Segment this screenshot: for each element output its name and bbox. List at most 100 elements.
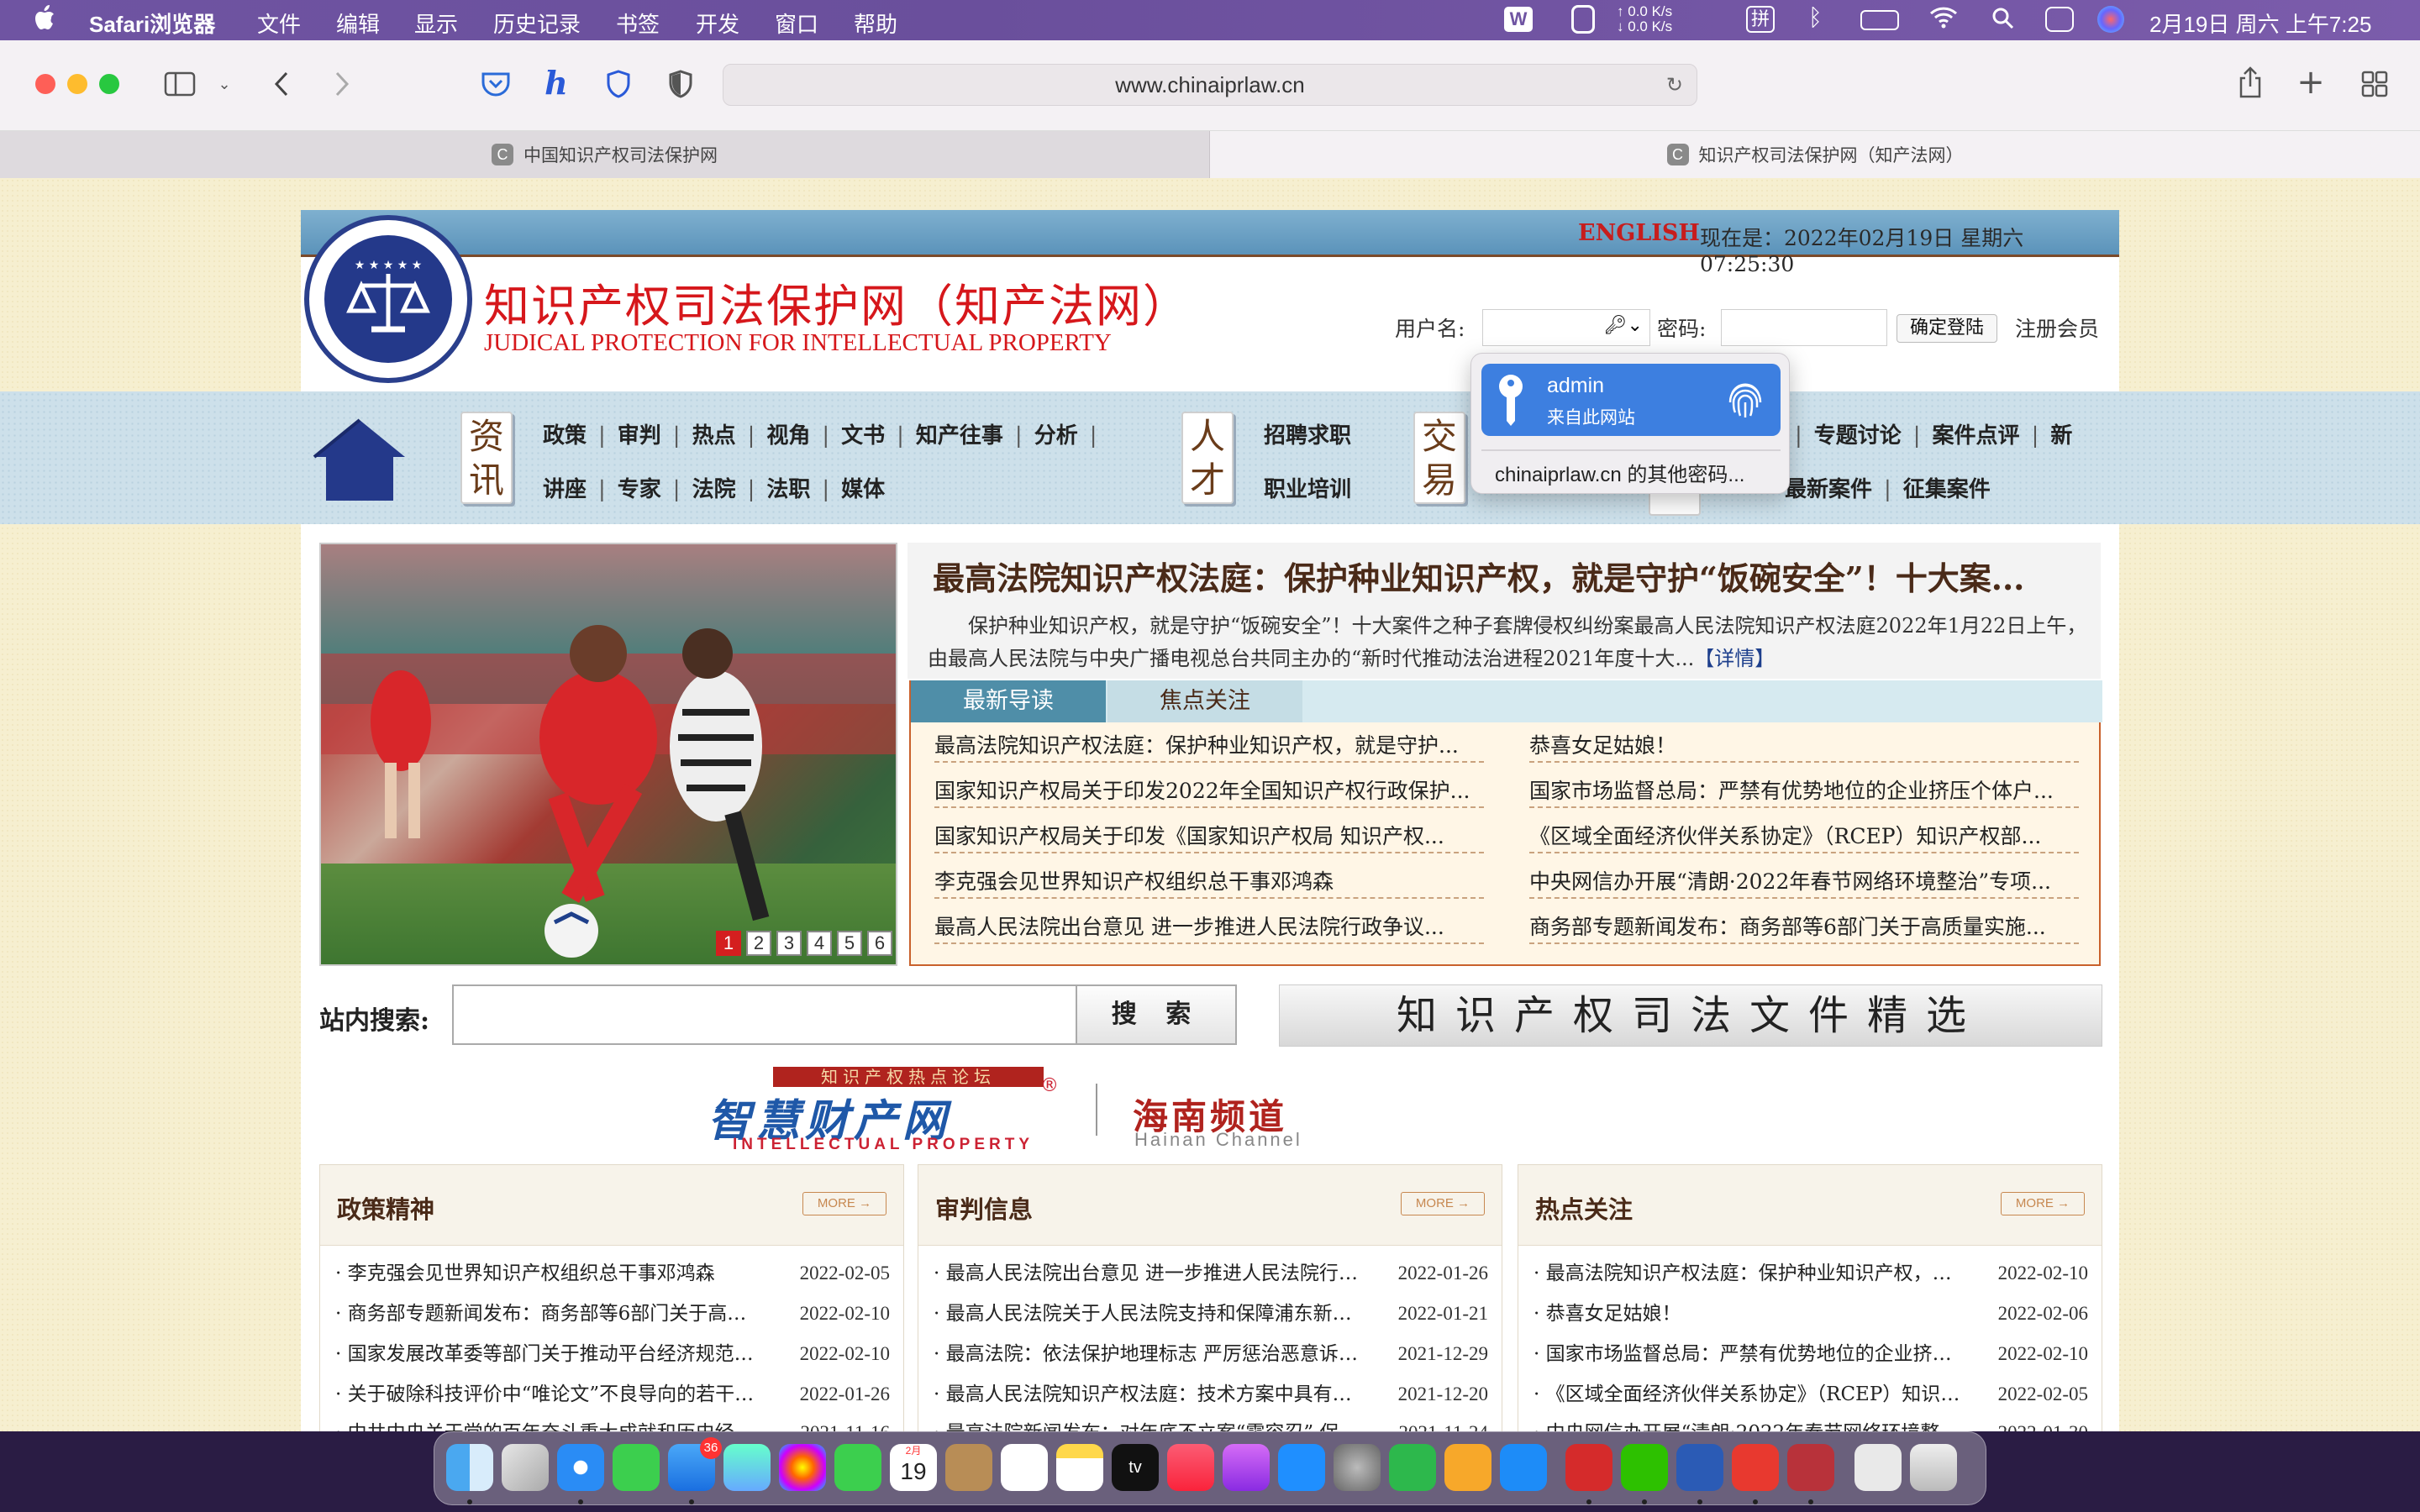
vpn-status-icon[interactable]: [1571, 5, 1595, 34]
reminders-icon[interactable]: [1001, 1444, 1048, 1491]
nav-link-trial[interactable]: 审判: [618, 423, 661, 449]
nav-link-training[interactable]: 职业培训: [1264, 472, 1351, 503]
search-input[interactable]: [452, 984, 1077, 1045]
nav-link-docs[interactable]: 文书: [841, 423, 885, 449]
menu-develop[interactable]: 开发: [696, 8, 739, 39]
password-input[interactable]: [1721, 309, 1887, 346]
chevron-down-icon[interactable]: ⌄: [215, 67, 234, 101]
news-item[interactable]: 李克强会见世界知识产权组织总干事邓鸿森: [934, 865, 1484, 899]
list-item[interactable]: · 商务部专题新闻发布：商务部等6部门关于高质量实施... 2022-02-10: [335, 1294, 890, 1333]
slide-page-2[interactable]: 2: [746, 931, 771, 956]
list-item[interactable]: · 最高法院新闻发布：对年底不立案“零容忍” 保... 2021-11-24: [934, 1414, 1488, 1431]
photos-icon[interactable]: [779, 1444, 826, 1491]
system-preferences-icon[interactable]: [1334, 1444, 1381, 1491]
list-item[interactable]: · 中央网信办开展“清朗·2022年春节网络环境整治”专项... 2022-01-…: [1534, 1414, 2088, 1431]
news-item[interactable]: 国家知识产权局关于印发《国家知识产权局 知识产权...: [934, 820, 1484, 853]
contacts-icon[interactable]: [945, 1444, 992, 1491]
news-item[interactable]: 国家知识产权局关于印发2022年全国知识产权行政保护...: [934, 774, 1484, 808]
menu-file[interactable]: 文件: [257, 8, 301, 39]
other-passwords-link[interactable]: chinaiprlaw.cn 的其他密码...: [1495, 458, 1744, 487]
wps-status-icon[interactable]: W: [1504, 7, 1533, 32]
nav-link-court[interactable]: 法院: [692, 477, 736, 502]
bluetooth-icon[interactable]: ᛒ: [1808, 3, 1823, 31]
register-link[interactable]: 注册会员: [2015, 312, 2099, 343]
keynote-icon[interactable]: [1278, 1444, 1325, 1491]
minimize-window-button[interactable]: [67, 74, 87, 94]
nav-link-recruit[interactable]: 招聘求职: [1264, 418, 1351, 449]
more-button[interactable]: MORE →: [1401, 1192, 1485, 1215]
more-button[interactable]: MORE →: [802, 1192, 886, 1215]
tab-active[interactable]: C 知识产权司法保护网（知产法网）: [1210, 131, 2420, 178]
nav-link-policy[interactable]: 政策: [543, 423, 587, 449]
nav-link-collect-cases[interactable]: 征集案件: [1903, 477, 1991, 502]
nav-link-media[interactable]: 媒体: [841, 477, 885, 502]
wifi-icon[interactable]: [1929, 5, 1958, 34]
zoom-window-button[interactable]: [99, 74, 119, 94]
list-item[interactable]: · 恭喜女足姑娘！ 2022-02-06: [1534, 1294, 2088, 1333]
notes-icon[interactable]: [1056, 1444, 1103, 1491]
menu-edit[interactable]: 编辑: [336, 8, 380, 39]
username-input[interactable]: 🔑︎⌄: [1482, 309, 1650, 346]
address-bar[interactable]: www.chinaiprlaw.cn ↻: [723, 64, 1697, 106]
ip-docs-banner[interactable]: 知识产权司法文件精选: [1279, 984, 2102, 1047]
music-icon[interactable]: [1167, 1444, 1214, 1491]
site-logo[interactable]: ★ ★ ★ ★ ★: [304, 215, 472, 383]
apple-menu-icon[interactable]: [34, 4, 55, 33]
nav-link-history[interactable]: 知产往事: [916, 423, 1003, 449]
slide-page-4[interactable]: 4: [807, 931, 832, 956]
trash-icon[interactable]: [1910, 1444, 1957, 1491]
word-icon[interactable]: [1676, 1444, 1723, 1491]
nav-link-hot[interactable]: 热点: [692, 423, 736, 449]
menubar-app-name[interactable]: Safari浏览器: [89, 8, 215, 39]
downloads-folder-icon[interactable]: [1854, 1444, 1902, 1491]
news-slideshow[interactable]: 1 2 3 4 5 6: [319, 543, 897, 966]
list-item[interactable]: · 最高人民法院出台意见 进一步推进人民法院行政争议... 2022-01-26: [934, 1254, 1488, 1293]
nav-link-analysis[interactable]: 分析: [1034, 423, 1078, 449]
spotlight-search-icon[interactable]: [1991, 7, 2015, 36]
password-key-icon[interactable]: 🔑︎⌄: [1604, 315, 1643, 336]
nav-link-view[interactable]: 视角: [766, 423, 810, 449]
nav-link-legal-job[interactable]: 法职: [766, 477, 810, 502]
nav-link-latest-cases[interactable]: 最新案件: [1785, 477, 1872, 502]
list-item[interactable]: · 中共中央关于党的百年奋斗重大成就和历史经验... 2021-11-16: [335, 1414, 890, 1431]
slide-page-6[interactable]: 6: [867, 931, 892, 956]
news-item[interactable]: 恭喜女足姑娘！: [1529, 729, 2079, 763]
hypothesis-extension-icon[interactable]: h: [539, 64, 573, 102]
wechat-icon[interactable]: [1621, 1444, 1668, 1491]
dictionary-icon[interactable]: [1787, 1444, 1834, 1491]
slide-page-1[interactable]: 1: [716, 931, 741, 956]
nav-link-review[interactable]: 案件点评: [1933, 423, 2020, 449]
close-window-button[interactable]: [35, 74, 55, 94]
forward-button[interactable]: [328, 67, 356, 101]
menu-help[interactable]: 帮助: [854, 8, 897, 39]
podcasts-icon[interactable]: [1223, 1444, 1270, 1491]
numbers-icon[interactable]: [1389, 1444, 1436, 1491]
slide-page-3[interactable]: 3: [776, 931, 802, 956]
news-item[interactable]: 最高人民法院出台意见 进一步推进人民法院行政争议...: [934, 911, 1484, 944]
tab-latest[interactable]: 最新导读: [911, 680, 1106, 722]
tab-focus[interactable]: 焦点关注: [1107, 680, 1302, 722]
wps-icon[interactable]: [1732, 1444, 1779, 1491]
tab-inactive[interactable]: C 中国知识产权司法保护网: [0, 131, 1210, 178]
list-item[interactable]: · 最高人民法院知识产权法庭：技术方案中具有协同... 2021-12-20: [934, 1375, 1488, 1414]
new-tab-icon[interactable]: +: [2296, 63, 2326, 102]
nav-link-expert[interactable]: 专家: [618, 477, 661, 502]
autofill-suggestion[interactable]: admin 来自此网站: [1481, 364, 1781, 436]
dark-reader-icon[interactable]: [664, 67, 697, 101]
pdf-expert-icon[interactable]: [1565, 1444, 1612, 1491]
list-item[interactable]: · 《区域全面经济伙伴关系协定》（RCEP）知识产权... 2022-02-05: [1534, 1375, 2088, 1414]
headline-more-link[interactable]: 【详情】: [1694, 647, 1775, 670]
english-link[interactable]: ENGLISH: [1578, 220, 1700, 246]
pages-icon[interactable]: [1444, 1444, 1491, 1491]
privacy-shield-icon[interactable]: [602, 67, 635, 101]
headline-title[interactable]: 最高法院知识产权法庭：保护种业知识产权，就是守护“饭碗安全”！十大案...: [933, 553, 2024, 599]
list-item[interactable]: · 最高法院知识产权法庭：保护种业知识产权，就是... 2022-02-10: [1534, 1254, 2088, 1293]
facetime-icon[interactable]: [834, 1444, 881, 1491]
tab-overview-icon[interactable]: [2360, 67, 2390, 101]
news-item[interactable]: 最高法院知识产权法庭：保护种业知识产权，就是守护...: [934, 729, 1484, 763]
control-center-icon[interactable]: [2045, 7, 2074, 32]
more-button[interactable]: MORE →: [2001, 1192, 2085, 1215]
nav-link-topic[interactable]: 专题讨论: [1814, 423, 1902, 449]
apple-tv-icon[interactable]: tv: [1112, 1444, 1159, 1491]
home-icon[interactable]: [311, 417, 408, 504]
